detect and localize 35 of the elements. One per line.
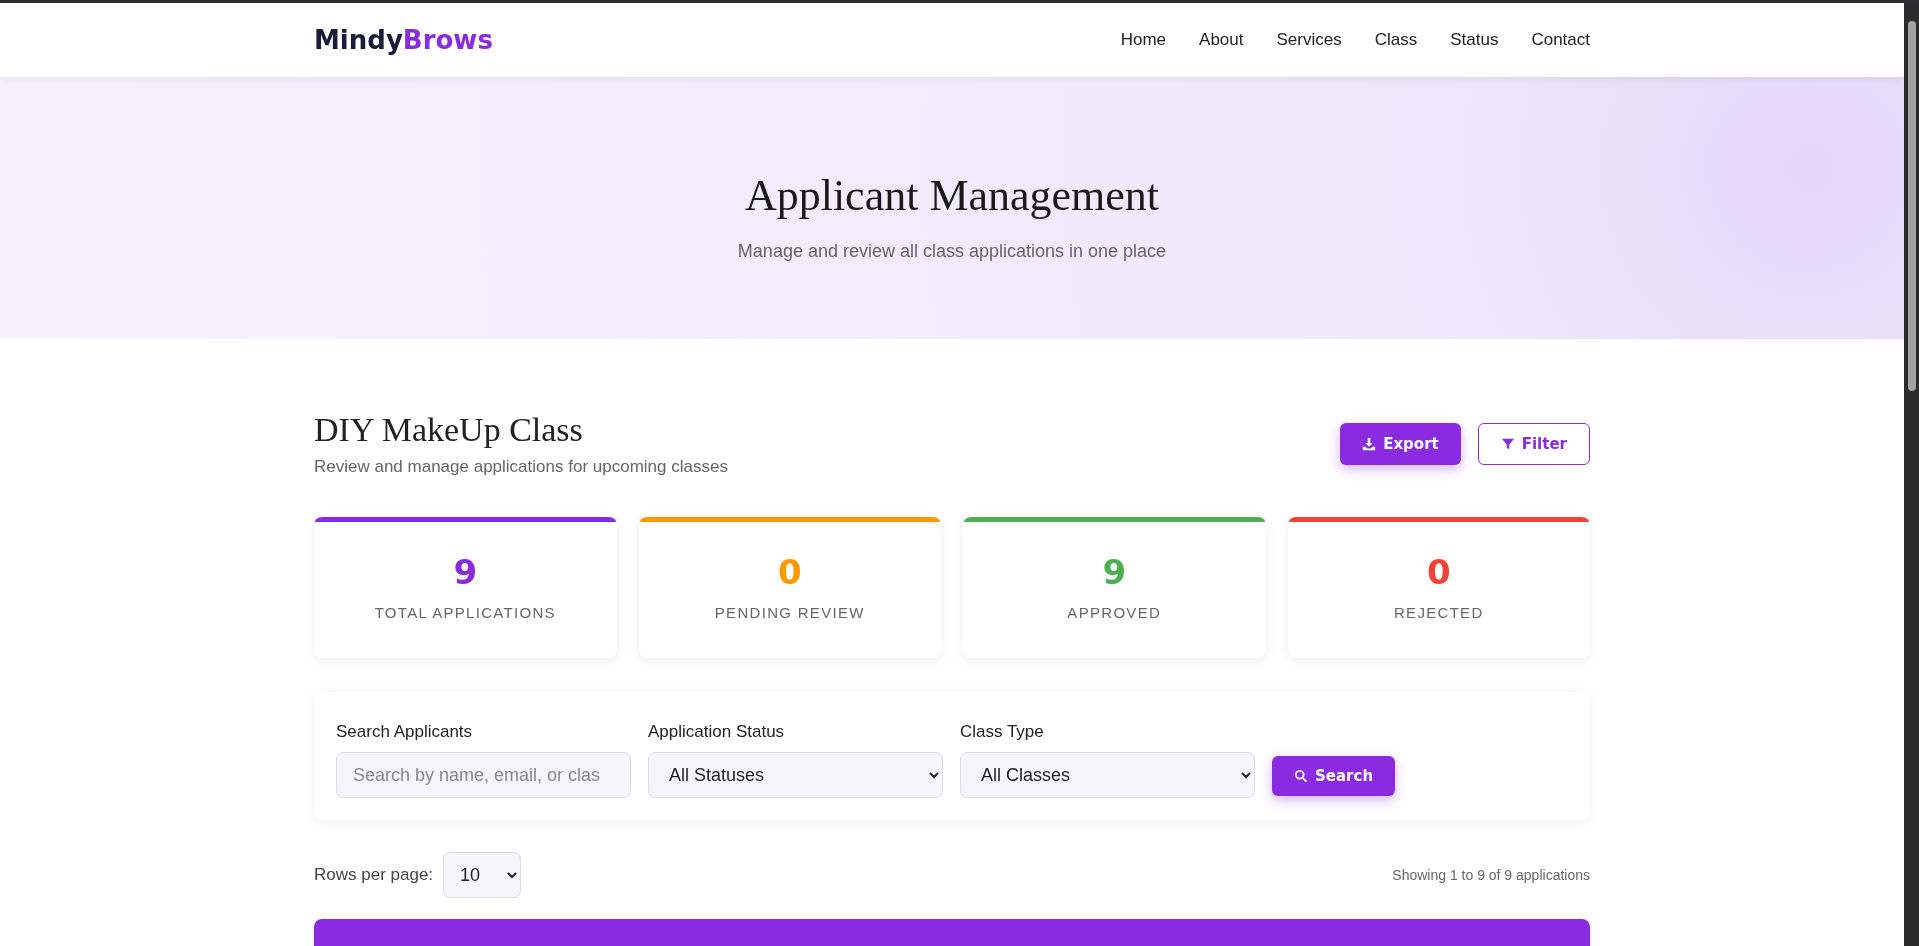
rows-dropdown[interactable]: 10 — [443, 852, 522, 898]
stat-label: REJECTED — [1393, 604, 1484, 621]
search-field[interactable]: Search by name, email, or clas — [336, 752, 631, 798]
search-icon — [1294, 769, 1308, 783]
nav-link[interactable]: Services — [1276, 30, 1342, 50]
stat-label: TOTAL APPLICATIONS — [374, 604, 556, 621]
download-icon — [1362, 437, 1377, 451]
export-button[interactable]: Export — [1340, 423, 1461, 465]
funnel-icon — [1500, 437, 1515, 451]
field-label: Search Applicants — [336, 722, 474, 742]
stat-label: PENDING REVIEW — [714, 604, 865, 621]
search-button[interactable]: Search — [1272, 756, 1396, 796]
section-subtitle: Review and manage applications for upcoming classes — [314, 457, 728, 477]
stat-label: APPROVED — [1067, 604, 1162, 621]
scrollbar[interactable] — [1904, 3, 1919, 946]
page-title: Applicant Management — [744, 170, 1160, 221]
field-label: Class Type — [960, 722, 1045, 742]
nav-link[interactable]: Home — [1120, 30, 1167, 50]
stat-value: 0 — [777, 552, 802, 592]
pagination-summary: Showing 1 to 9 of 9 applications — [1392, 867, 1590, 883]
nav-link[interactable]: About — [1199, 30, 1244, 50]
field-label: Application Status — [648, 722, 786, 742]
section-title: DIY MakeUp Class — [314, 411, 584, 449]
nav-link[interactable]: Status — [1450, 30, 1499, 50]
stat-value: 0 — [1426, 552, 1451, 592]
nav-link[interactable]: Class — [1374, 30, 1418, 50]
filter-button[interactable]: Filter — [1477, 423, 1590, 465]
stat-value: 9 — [1102, 552, 1127, 592]
stat-value: 9 — [453, 552, 478, 592]
dropdown[interactable]: All Classes — [960, 752, 1255, 798]
nav-link[interactable]: Contact — [1531, 30, 1590, 50]
rows-label: Rows per page: — [314, 865, 434, 885]
logo[interactable]: MindyBrows — [314, 25, 493, 55]
dropdown[interactable]: All Statuses — [648, 752, 943, 798]
page-subtitle: Manage and review all class applications in one place — [737, 241, 1167, 262]
